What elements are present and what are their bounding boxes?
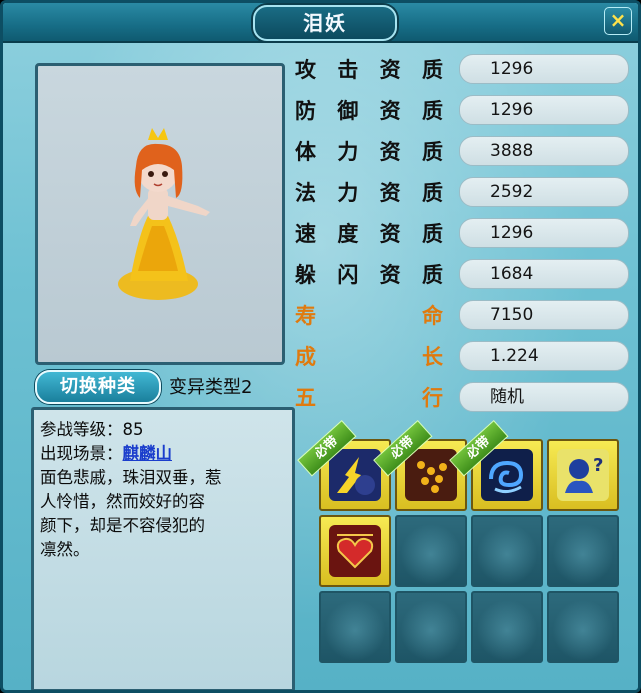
stat-label-char: 资 — [379, 99, 401, 123]
battle-level-line: 参战等级：85 — [40, 420, 144, 439]
variant-type-label: 变异类型2 — [169, 377, 253, 398]
stat-label-char: 成 — [295, 345, 316, 369]
pet-portrait — [35, 63, 285, 365]
stat-label-char: 资 — [379, 222, 401, 246]
stat-label: 攻击资质 — [295, 53, 443, 85]
scene-prefix: 出现场景： — [40, 444, 123, 463]
stat-label-char: 质 — [421, 181, 443, 205]
skill-slot[interactable] — [319, 515, 391, 587]
stat-label-char: 击 — [337, 58, 359, 82]
stat-label-char: 躲 — [295, 263, 316, 287]
flavor-text-line: 凛然。 — [40, 540, 90, 559]
empty-skill-slot[interactable] — [471, 591, 543, 663]
hands-orb-question-skill-icon: ? — [557, 449, 609, 501]
svg-text:?: ? — [593, 455, 603, 476]
stat-value: 7150 — [459, 300, 629, 330]
stat-label: 成长 — [295, 340, 443, 372]
stat-value: 3888 — [459, 136, 629, 166]
stat-value: 1684 — [459, 259, 629, 289]
stat-label-char: 防 — [295, 99, 316, 123]
window-title: 泪妖 — [253, 5, 397, 41]
skill-slot[interactable]: ? — [547, 439, 619, 511]
empty-skill-slot[interactable] — [319, 591, 391, 663]
stat-label: 速度资质 — [295, 217, 443, 249]
dark-lightning-skill-icon — [329, 449, 381, 501]
empty-skill-slot[interactable] — [395, 591, 467, 663]
scene-link[interactable]: 麒麟山 — [123, 444, 173, 463]
stat-value: 1.224 — [459, 341, 629, 371]
stat-label-char: 资 — [379, 263, 401, 287]
golden-beads-skill-icon — [405, 449, 457, 501]
close-button[interactable]: × — [604, 7, 632, 35]
stat-label-char: 攻 — [295, 58, 316, 82]
scene-line: 出现场景：麒麟山 — [40, 442, 286, 466]
stat-label-char: 御 — [337, 99, 359, 123]
flavor-text-line: 人怜惜，然而姣好的容 — [40, 492, 205, 511]
pet-info-window: 泪妖 × 切换种类 变异类型2 参战等级：85 出现场景：麒麟山 面色悲戚，珠泪… — [0, 0, 641, 693]
switch-species-button[interactable]: 切换种类 — [35, 370, 161, 404]
stat-label-char: 力 — [337, 140, 359, 164]
red-heart-emblem-skill-icon — [329, 525, 381, 577]
stat-label: 法力资质 — [295, 176, 443, 208]
stat-label-char: 行 — [422, 386, 443, 410]
stat-label-char: 度 — [337, 222, 359, 246]
pet-description: 参战等级：85 出现场景：麒麟山 面色悲戚，珠泪双垂，惹 人怜惜，然而姣好的容 … — [31, 407, 295, 690]
stat-value: 1296 — [459, 95, 629, 125]
stat-label: 体力资质 — [295, 135, 443, 167]
stat-value: 1296 — [459, 218, 629, 248]
stat-label-char: 质 — [421, 222, 443, 246]
stat-label-char: 质 — [421, 263, 443, 287]
stat-label-char: 寿 — [295, 304, 316, 328]
skill-slot[interactable]: 必带 — [449, 419, 543, 511]
flavor-text-line: 面色悲戚，珠泪双垂，惹 — [40, 468, 222, 487]
stat-label-char: 命 — [422, 304, 443, 328]
stat-label-char: 资 — [379, 58, 401, 82]
stat-label-char: 闪 — [337, 263, 359, 287]
stat-label: 寿命 — [295, 299, 443, 331]
stat-label-char: 质 — [421, 140, 443, 164]
pet-figure-image — [118, 128, 210, 300]
stat-label-char: 力 — [337, 181, 359, 205]
empty-skill-slot[interactable] — [471, 515, 543, 587]
stat-label: 躲闪资质 — [295, 258, 443, 290]
flavor-text-line: 颜下，却是不容侵犯的 — [40, 516, 205, 535]
stat-value: 1296 — [459, 54, 629, 84]
empty-skill-slot[interactable] — [547, 591, 619, 663]
skill-slot[interactable]: 必带 — [297, 419, 391, 511]
stat-value: 2592 — [459, 177, 629, 207]
stat-label: 五行 — [295, 381, 443, 413]
title-bar: 泪妖 × — [3, 3, 638, 43]
stat-label-char: 速 — [295, 222, 316, 246]
stat-value: 随机 — [459, 382, 629, 412]
stat-label-char: 资 — [379, 140, 401, 164]
skill-slot[interactable]: 必带 — [373, 419, 467, 511]
blue-swirl-skill-icon — [481, 449, 533, 501]
stat-label: 防御资质 — [295, 94, 443, 126]
stat-label-char: 质 — [421, 58, 443, 82]
stat-label-char: 资 — [379, 181, 401, 205]
empty-skill-slot[interactable] — [547, 515, 619, 587]
stat-label-char: 法 — [295, 181, 316, 205]
stat-label-char: 五 — [295, 386, 316, 410]
stat-label-char: 长 — [422, 345, 443, 369]
stat-label-char: 体 — [295, 140, 316, 164]
stat-label-char: 质 — [421, 99, 443, 123]
empty-skill-slot[interactable] — [395, 515, 467, 587]
